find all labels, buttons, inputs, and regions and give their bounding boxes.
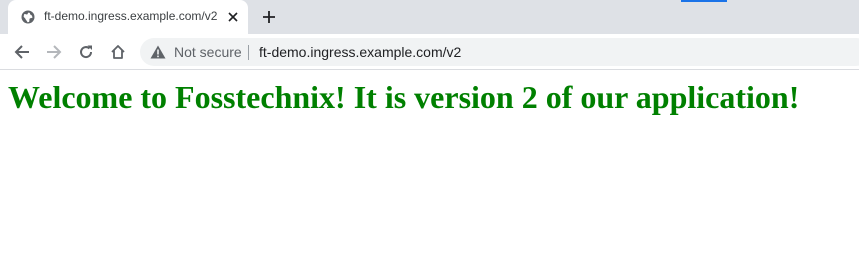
browser-toolbar: Not secure ft-demo.ingress.example.com/v… (0, 34, 859, 70)
home-icon[interactable] (108, 42, 128, 62)
page-content: Welcome to Fosstechnix! It is version 2 … (0, 71, 859, 263)
reload-icon[interactable] (76, 42, 96, 62)
forward-arrow-icon[interactable] (44, 42, 64, 62)
url-text[interactable]: ft-demo.ingress.example.com/v2 (259, 44, 461, 60)
profile-indicator (681, 0, 727, 2)
close-icon[interactable] (224, 8, 242, 26)
tab-title: ft-demo.ingress.example.com/v2 (44, 9, 218, 23)
address-divider (248, 45, 249, 60)
security-status-label[interactable]: Not secure (174, 44, 242, 60)
address-bar[interactable]: Not secure ft-demo.ingress.example.com/v… (140, 38, 859, 66)
tab-strip: ft-demo.ingress.example.com/v2 (0, 0, 859, 34)
browser-tab[interactable]: ft-demo.ingress.example.com/v2 (8, 0, 248, 34)
globe-icon (20, 9, 36, 25)
warning-icon[interactable] (150, 45, 166, 59)
back-arrow-icon[interactable] (12, 42, 32, 62)
page-heading: Welcome to Fosstechnix! It is version 2 … (8, 79, 800, 115)
new-tab-button[interactable] (259, 7, 279, 27)
